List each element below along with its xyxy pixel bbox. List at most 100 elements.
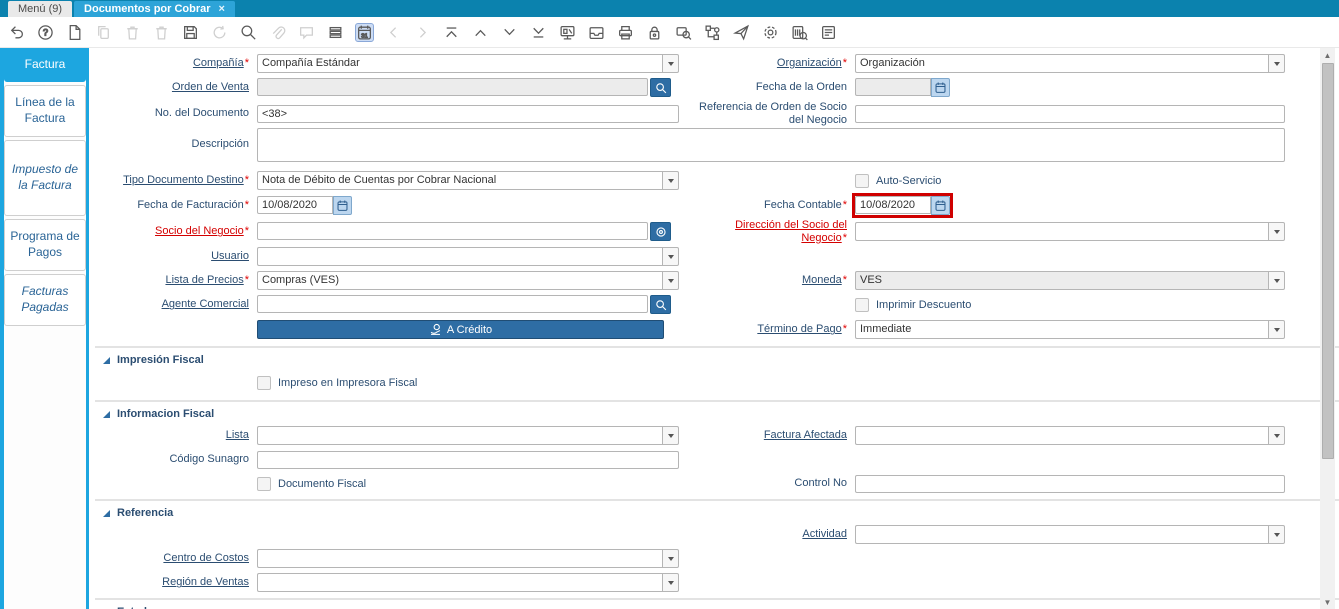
orden-de-venta-search-button[interactable] [650,78,671,97]
fecha-contable-input[interactable] [855,196,931,214]
next-record-button[interactable] [500,23,519,42]
chevron-down-icon[interactable] [662,426,679,446]
help-button[interactable] [36,23,55,42]
section-estado[interactable]: Estado [101,604,1339,609]
chevron-down-icon[interactable] [1268,271,1285,291]
organizacion-select[interactable]: Organización [855,54,1285,73]
orden-de-venta-input [257,78,648,96]
business-partner-icon [655,226,667,238]
lock-button[interactable] [645,23,664,42]
report-button[interactable] [558,23,577,42]
previous-record-button[interactable] [471,23,490,42]
archive-icon [588,24,605,41]
close-tab-icon[interactable]: × [219,4,225,15]
lista-de-precios-select[interactable]: Compras (VES) [257,271,679,291]
orden-de-venta-label: Orden de Venta [171,81,249,94]
chevron-down-icon[interactable] [1268,222,1285,242]
tipo-documento-destino-select[interactable]: Nota de Débito de Cuentas por Cobrar Nac… [257,171,679,190]
a-credito-button[interactable]: A Crédito [257,320,664,340]
chevron-down-icon[interactable] [662,271,679,291]
auto-servicio-checkbox[interactable] [855,173,869,188]
preferences-button[interactable] [761,23,780,42]
actividad-select[interactable] [855,525,1285,545]
vertical-scrollbar[interactable]: ▲ ▼ [1320,48,1335,609]
socio-del-negocio-input[interactable] [257,222,648,241]
chevron-down-icon[interactable] [662,573,679,593]
sidebar-tab-impuesto-de-la-factura[interactable]: Impuesto de la Factura [4,140,86,216]
chevron-down-icon[interactable] [662,54,679,73]
usuario-select[interactable] [257,247,679,267]
referencia-orden-input[interactable] [855,104,1285,123]
agente-comercial-input[interactable] [257,295,648,314]
chevron-down-icon[interactable] [662,247,679,267]
fecha-contable-group [852,193,953,218]
termino-de-pago-select[interactable]: Immediate [855,320,1285,340]
fecha-de-facturacion-calendar-button[interactable] [333,196,352,215]
calendar-button[interactable] [355,22,374,42]
lista-select[interactable] [257,426,679,446]
documento-fiscal-checkbox[interactable] [257,476,271,491]
fecha-de-la-orden-calendar-button[interactable] [931,78,950,97]
section-informacion-fiscal[interactable]: Informacion Fiscal [101,406,1339,424]
descripcion-textarea[interactable] [257,128,1285,162]
codigo-sunagro-input[interactable] [257,450,679,469]
scroll-down-icon[interactable]: ▼ [1320,595,1335,609]
sidebar-tab-factura[interactable]: Factura [4,48,86,82]
new-record-button[interactable] [65,23,84,42]
direccion-socio-select[interactable] [855,222,1285,242]
send-mail-button[interactable] [732,23,751,42]
imprimir-descuento-checkbox[interactable] [855,297,869,312]
save-button[interactable] [181,23,200,42]
attachment-button [268,23,287,42]
scrollbar-thumb[interactable] [1321,63,1334,459]
undo-button[interactable] [7,23,26,42]
workflow-button[interactable] [703,23,722,42]
credit-icon [429,323,442,336]
sidebar-tab-programa-de-pagos[interactable]: Programa de Pagos [4,219,86,271]
chevron-down-icon[interactable] [1268,525,1285,545]
socio-del-negocio-lookup-button[interactable] [650,222,671,242]
chevron-down-icon[interactable] [1268,320,1285,340]
first-record-button[interactable] [442,23,461,42]
control-no-input[interactable] [855,474,1285,493]
chevron-down-icon[interactable] [662,549,679,569]
scroll-up-icon[interactable]: ▲ [1320,48,1335,62]
print-button[interactable] [616,23,635,42]
find-button[interactable] [239,23,258,42]
section-referencia[interactable]: Referencia [101,505,1339,523]
log-viewer-button[interactable] [819,23,838,42]
toggle-grid-button[interactable] [326,23,345,42]
product-info-button[interactable] [790,23,809,42]
usuario-label: Usuario [211,250,249,263]
compania-select[interactable]: Compañía Estándar [257,54,679,73]
main-area: Factura Línea de la Factura Impuesto de la… [0,48,1339,609]
fecha-de-facturacion-label: Fecha de Facturación* [137,199,249,212]
zoom-across-button[interactable] [674,23,693,42]
chevron-down-icon[interactable] [662,171,679,190]
archive-button[interactable] [587,23,606,42]
region-de-ventas-select[interactable] [257,573,679,593]
no-del-documento-input[interactable] [257,104,679,123]
moneda-select[interactable]: VES [855,271,1285,291]
calendar-icon [934,199,947,212]
last-record-button[interactable] [529,23,548,42]
tab-documentos-por-cobrar[interactable]: Documentos por Cobrar × [74,1,235,17]
chevron-down-icon[interactable] [1268,54,1285,73]
tab-menu[interactable]: Menú (9) [8,1,73,17]
fecha-contable-calendar-button[interactable] [931,196,950,215]
impreso-impresora-fiscal-checkbox[interactable] [257,376,271,391]
chevron-down-icon[interactable] [1268,426,1285,446]
agente-comercial-search-button[interactable] [650,295,671,315]
chat-icon [298,24,315,41]
sidebar-tab-facturas-pagadas[interactable]: Facturas Pagadas [4,274,86,326]
sidebar-tab-linea-de-la-factura[interactable]: Línea de la Factura [4,85,86,137]
invoice-form: Compañía* Compañía Estándar Organización… [89,48,1339,609]
control-no-label: Control No [794,477,847,490]
section-impresion-fiscal[interactable]: Impresión Fiscal [101,352,1339,370]
factura-afectada-select[interactable] [855,426,1285,446]
factura-afectada-label: Factura Afectada [763,429,847,442]
centro-de-costos-select[interactable] [257,549,679,569]
fecha-de-facturacion-input[interactable] [257,196,333,214]
termino-de-pago-label: Término de Pago* [757,323,847,336]
collapse-icon [103,410,110,418]
